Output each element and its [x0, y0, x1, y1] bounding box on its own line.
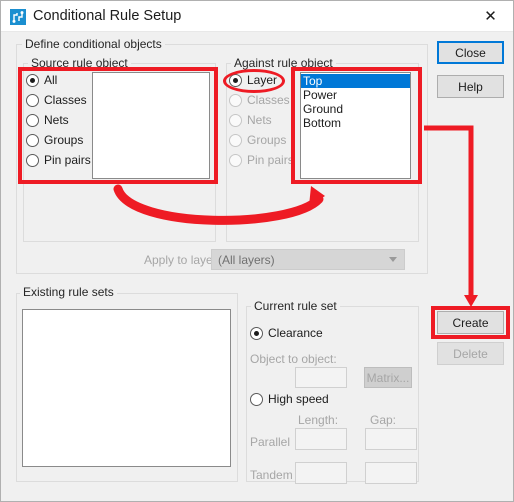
radio-dot-icon — [250, 326, 263, 340]
list-item[interactable]: Power — [301, 88, 410, 102]
high-speed-radio[interactable]: High speed — [250, 392, 329, 406]
radio-dot-icon — [26, 133, 39, 147]
source-radio-classes-label: Classes — [44, 93, 87, 107]
against-radio-layer-label: Layer — [247, 73, 278, 87]
existing-rule-sets-listbox[interactable] — [22, 309, 231, 467]
object-to-object-input[interactable] — [295, 367, 347, 388]
define-conditional-objects-label: Define conditional objects — [22, 38, 165, 50]
radio-dot-icon — [26, 113, 39, 127]
chevron-down-icon — [389, 256, 397, 262]
clearance-radio[interactable]: Clearance — [250, 326, 323, 340]
apply-to-layer-label: Apply to layer: — [144, 253, 221, 267]
high-speed-radio-label: High speed — [268, 392, 329, 406]
tandem-row-label: Tandem — [250, 468, 293, 482]
apply-to-layer-value: (All layers) — [218, 252, 275, 267]
radio-dot-icon — [250, 392, 263, 406]
source-radio-classes[interactable]: Classes — [26, 93, 87, 107]
radio-dot-icon — [229, 133, 242, 147]
against-rule-object-label: Against rule object — [231, 57, 336, 69]
conditional-rule-setup-dialog: Conditional Rule Setup ✕ Define conditio… — [0, 0, 514, 502]
against-radio-pin-pairs-label: Pin pairs — [247, 153, 294, 167]
source-radio-pin-pairs-label: Pin pairs — [44, 153, 91, 167]
against-rule-object-listbox[interactable]: Top Power Ground Bottom — [300, 72, 411, 179]
list-item[interactable]: Bottom — [301, 116, 410, 130]
against-radio-classes: Classes — [229, 93, 290, 107]
window-title: Conditional Rule Setup — [33, 8, 182, 24]
parallel-row-label: Parallel — [250, 435, 291, 449]
radio-dot-icon — [229, 113, 242, 127]
radio-dot-icon — [229, 73, 242, 87]
list-item[interactable]: Top — [301, 74, 410, 88]
radio-dot-icon — [229, 93, 242, 107]
delete-button[interactable]: Delete — [437, 342, 504, 365]
against-radio-groups-label: Groups — [247, 133, 287, 147]
current-rule-set-label: Current rule set — [251, 300, 340, 312]
against-radio-nets: Nets — [229, 113, 272, 127]
object-to-object-label: Object to object: — [250, 352, 337, 366]
parallel-length-input[interactable] — [295, 428, 347, 450]
parallel-gap-input[interactable] — [365, 428, 417, 450]
radio-dot-icon — [26, 153, 39, 167]
clearance-radio-label: Clearance — [268, 326, 323, 340]
source-radio-all[interactable]: All — [26, 73, 57, 87]
source-radio-all-label: All — [44, 73, 58, 87]
create-button[interactable]: Create — [437, 311, 504, 334]
title-bar: Conditional Rule Setup ✕ — [1, 1, 513, 32]
matrix-button[interactable]: Matrix... — [364, 367, 412, 388]
against-radio-classes-label: Classes — [247, 93, 290, 107]
pcb-trace-icon — [10, 9, 26, 25]
close-button[interactable]: Close — [437, 41, 504, 64]
existing-rule-sets-label: Existing rule sets — [20, 286, 117, 298]
against-radio-layer[interactable]: Layer — [229, 73, 277, 87]
radio-dot-icon — [26, 93, 39, 107]
radio-dot-icon — [26, 73, 39, 87]
against-radio-groups: Groups — [229, 133, 286, 147]
length-column-header: Length: — [298, 413, 339, 427]
source-radio-nets-label: Nets — [44, 113, 69, 127]
source-radio-nets[interactable]: Nets — [26, 113, 69, 127]
list-item[interactable]: Ground — [301, 102, 410, 116]
against-radio-pin-pairs: Pin pairs — [229, 153, 294, 167]
source-radio-pin-pairs[interactable]: Pin pairs — [26, 153, 91, 167]
gap-column-header: Gap: — [370, 413, 397, 427]
tandem-gap-input[interactable] — [365, 462, 417, 484]
source-rule-object-label: Source rule object — [28, 57, 131, 69]
tandem-length-input[interactable] — [295, 462, 347, 484]
against-radio-nets-label: Nets — [247, 113, 272, 127]
apply-to-layer-combo[interactable]: (All layers) — [211, 249, 405, 270]
radio-dot-icon — [229, 153, 242, 167]
help-button[interactable]: Help — [437, 75, 504, 98]
source-rule-object-listbox[interactable] — [92, 72, 210, 179]
source-radio-groups-label: Groups — [44, 133, 84, 147]
close-icon[interactable]: ✕ — [468, 1, 513, 31]
source-radio-groups[interactable]: Groups — [26, 133, 83, 147]
